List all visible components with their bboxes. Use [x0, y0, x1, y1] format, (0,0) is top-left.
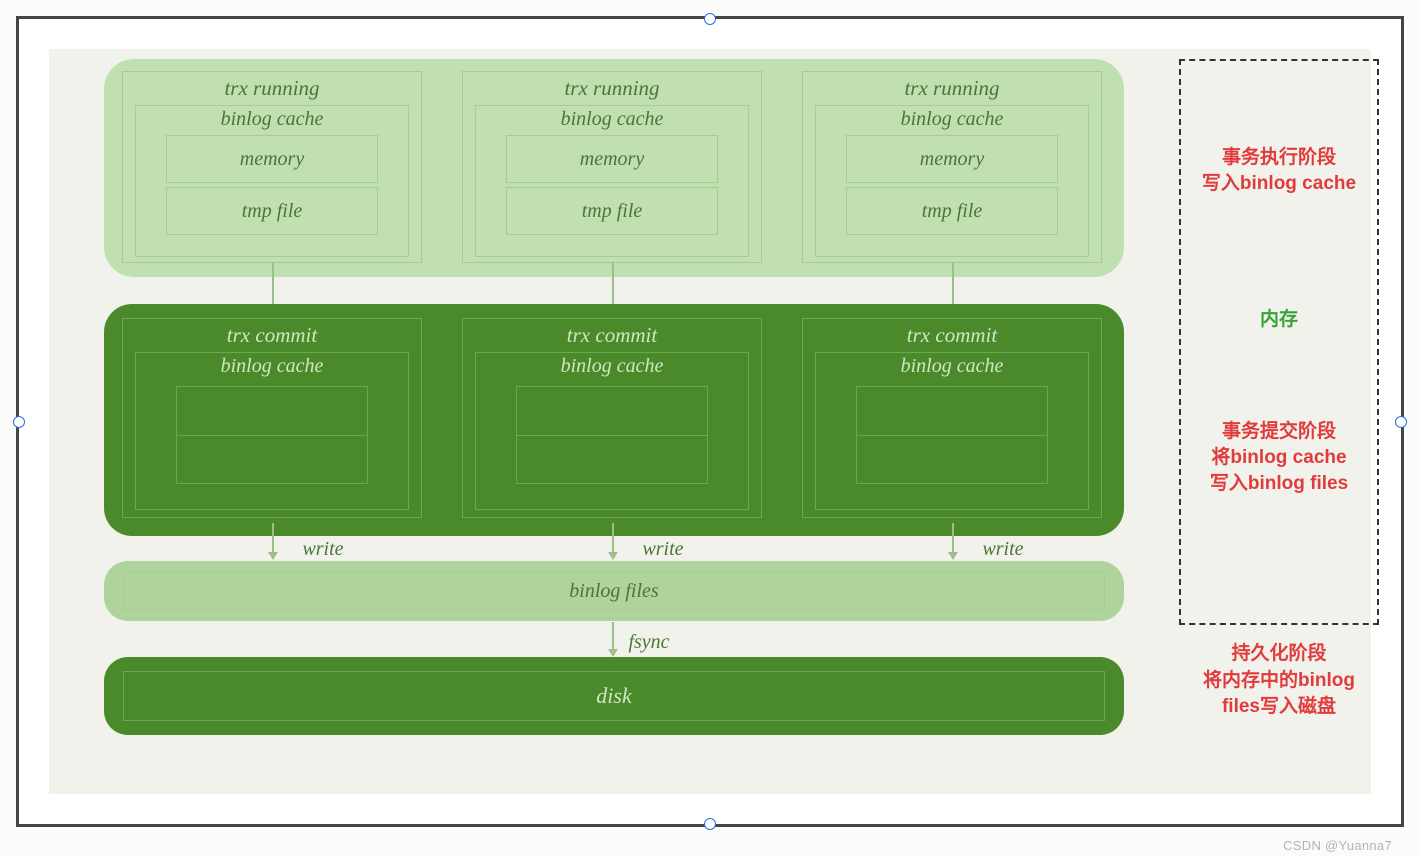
cache-row: [177, 436, 367, 484]
trx-running-label: trx running: [463, 72, 761, 101]
trx-commit-label: trx commit: [123, 319, 421, 348]
cache-row: [517, 387, 707, 436]
annotation-persist-line3: files写入磁盘: [1179, 694, 1379, 721]
annotation-commit-line2: 将binlog cache: [1181, 445, 1377, 472]
watermark-text: CSDN @Yuanna7: [1283, 838, 1392, 853]
arrow-down-icon: [952, 523, 954, 559]
disk-bar: disk: [104, 657, 1124, 735]
annotation-persist-line2: 将内存中的binlog: [1179, 668, 1379, 695]
cache-rows: [856, 386, 1048, 484]
cache-row: [857, 436, 1047, 484]
binlog-files-label: binlog files: [123, 572, 1105, 610]
write-label: write: [963, 538, 1043, 561]
binlog-cache-label: binlog cache: [816, 106, 1088, 131]
annotation-exec-line1: 事务执行阶段: [1181, 145, 1377, 172]
trx-running-box: trx running binlog cache memory tmp file: [122, 71, 422, 263]
binlog-cache-label: binlog cache: [816, 353, 1088, 378]
memory-box: memory: [846, 135, 1058, 183]
stage-trx-commit: trx commit binlog cache trx commit binlo…: [104, 304, 1124, 536]
resize-handle-bottom[interactable]: [704, 818, 716, 830]
fsync-label: fsync: [628, 631, 669, 654]
annotation-commit-line1: 事务提交阶段: [1181, 419, 1377, 446]
resize-handle-top[interactable]: [704, 13, 716, 25]
trx-running-box: trx running binlog cache memory tmp file: [802, 71, 1102, 263]
cache-rows: [516, 386, 708, 484]
arrow-down-icon: [612, 622, 614, 656]
cache-row: [517, 436, 707, 484]
arrow-down-icon: [272, 523, 274, 559]
trx-commit-label: trx commit: [463, 319, 761, 348]
memory-box: memory: [506, 135, 718, 183]
stage-trx-running: trx running binlog cache memory tmp file…: [104, 59, 1124, 277]
binlog-cache-box: binlog cache: [475, 352, 749, 510]
page-root: trx running binlog cache memory tmp file…: [0, 0, 1420, 857]
trx-commit-box: trx commit binlog cache: [462, 318, 762, 518]
write-label: write: [283, 538, 363, 561]
annotation-commit-line3: 写入binlog files: [1181, 471, 1377, 498]
trx-commit-box: trx commit binlog cache: [802, 318, 1102, 518]
memory-box: memory: [166, 135, 378, 183]
binlog-cache-label: binlog cache: [476, 353, 748, 378]
tmp-file-box: tmp file: [506, 187, 718, 235]
binlog-cache-box: binlog cache memory tmp file: [135, 105, 409, 257]
trx-commit-box: trx commit binlog cache: [122, 318, 422, 518]
resize-handle-left[interactable]: [13, 416, 25, 428]
binlog-cache-box: binlog cache: [815, 352, 1089, 510]
trx-commit-label: trx commit: [803, 319, 1101, 348]
cache-rows: [176, 386, 368, 484]
disk-label: disk: [123, 671, 1105, 721]
trx-running-box: trx running binlog cache memory tmp file: [462, 71, 762, 263]
binlog-cache-box: binlog cache memory tmp file: [475, 105, 749, 257]
binlog-files-bar: binlog files: [104, 561, 1124, 621]
annotation-persist-line1: 持久化阶段: [1179, 641, 1379, 668]
binlog-cache-label: binlog cache: [476, 106, 748, 131]
annotation-dashed-box: 事务执行阶段 写入binlog cache 内存 事务提交阶段 将binlog …: [1179, 59, 1379, 625]
binlog-cache-box: binlog cache memory tmp file: [815, 105, 1089, 257]
trx-running-label: trx running: [123, 72, 421, 101]
selection-frame: trx running binlog cache memory tmp file…: [16, 16, 1404, 827]
cache-row: [177, 387, 367, 436]
write-label: write: [623, 538, 703, 561]
trx-running-label: trx running: [803, 72, 1101, 101]
annotation-memory: 内存: [1181, 307, 1377, 334]
binlog-cache-label: binlog cache: [136, 353, 408, 378]
binlog-cache-label: binlog cache: [136, 106, 408, 131]
cache-row: [857, 387, 1047, 436]
resize-handle-right[interactable]: [1395, 416, 1407, 428]
diagram-canvas: trx running binlog cache memory tmp file…: [49, 49, 1371, 794]
annotation-exec-line2: 写入binlog cache: [1181, 171, 1377, 198]
arrow-down-icon: [612, 523, 614, 559]
tmp-file-box: tmp file: [846, 187, 1058, 235]
tmp-file-box: tmp file: [166, 187, 378, 235]
binlog-cache-box: binlog cache: [135, 352, 409, 510]
annotation-persist: 持久化阶段 将内存中的binlog files写入磁盘: [1179, 641, 1379, 721]
